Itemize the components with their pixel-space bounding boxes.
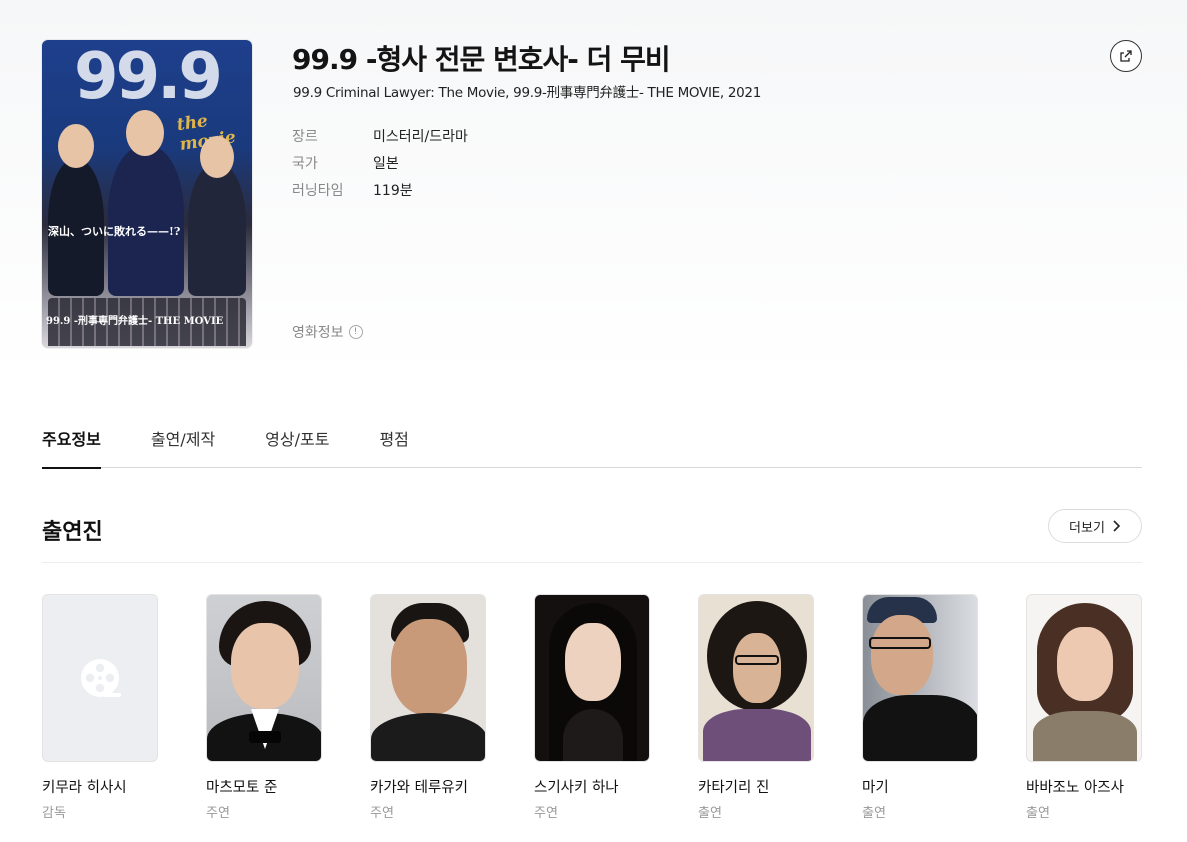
tab-bar: 주요정보 출연/제작 영상/포토 평점 [42,418,1142,469]
poster-number: 99.9 [74,40,223,114]
page: 99.9 the movie 深山、ついに敗れる——!? 99.9 -刑事専門弁… [0,0,1187,842]
tab-main-info[interactable]: 주요정보 [42,418,101,469]
cast-item[interactable]: 마기 출연 [862,594,978,821]
cast-photo [370,594,486,762]
cast-list: 키무라 히사시 감독 마츠모토 준 주연 카가와 테루유키 주연 스기사키 하나… [42,594,1142,821]
info-row-genre: 장르 미스터리/드라마 [292,122,468,149]
cast-item[interactable]: 키무라 히사시 감독 [42,594,158,821]
chevron-right-icon [1113,520,1121,532]
movie-subtitle: 99.9 Criminal Lawyer: The Movie, 99.9-刑事… [293,85,762,101]
cast-photo-placeholder [42,594,158,762]
cast-role: 출연 [1026,806,1050,821]
share-icon [1120,50,1132,62]
cast-photo [862,594,978,762]
info-icon: ! [348,325,363,339]
poster-caption: 深山、ついに敗れる——!? [48,225,181,238]
movie-poster[interactable]: 99.9 the movie 深山、ついに敗れる——!? 99.9 -刑事専門弁… [42,40,252,348]
info-value: 미스터리/드라마 [373,128,468,145]
cast-name: 마기 [862,780,889,796]
poster-face [58,124,94,168]
movie-info-label: 영화정보 [292,325,344,341]
poster-figure [108,146,184,296]
info-value: 119분 [373,182,413,199]
movie-info-table: 장르 미스터리/드라마 국가 일본 러닝타임 119분 [292,122,468,203]
poster-footer: 99.9 -刑事専門弁護士- THE MOVIE [46,316,224,327]
info-row-country: 국가 일본 [292,149,468,176]
cast-name: 바바조노 아즈사 [1026,780,1124,796]
tab-video-photo[interactable]: 영상/포토 [265,418,329,468]
cast-name: 카타기리 진 [698,780,770,796]
cast-role: 출연 [862,806,886,821]
cast-item[interactable]: 마츠모토 준 주연 [206,594,322,821]
cast-item[interactable]: 바바조노 아즈사 출연 [1026,594,1142,821]
cast-name: 키무라 히사시 [42,780,127,796]
info-value: 일본 [373,155,399,172]
cast-photo [534,594,650,762]
poster-face [126,110,164,156]
cast-photo [698,594,814,762]
more-button[interactable]: 더보기 [1048,509,1142,543]
more-label: 더보기 [1069,520,1105,536]
cast-section-title: 출연진 [42,520,103,545]
info-label: 러닝타임 [292,182,344,199]
info-label: 국가 [292,155,318,172]
cast-role: 출연 [698,806,722,821]
share-button[interactable] [1110,40,1142,72]
movie-title: 99.9 -형사 전문 변호사- 더 무비 [292,43,671,76]
cast-name: 스기사키 하나 [534,780,619,796]
cast-name: 카가와 테루유키 [370,780,468,796]
cast-role: 주연 [206,806,230,821]
poster-figure [188,164,246,296]
cast-name: 마츠모토 준 [206,780,278,796]
cast-role: 감독 [42,806,66,821]
cast-photo [206,594,322,762]
movie-info-link[interactable]: 영화정보 ! [292,322,363,342]
cast-role: 주연 [534,806,558,821]
cast-photo [1026,594,1142,762]
poster-face [200,136,234,178]
tab-rating[interactable]: 평점 [379,418,408,468]
film-reel-icon [81,659,121,697]
divider [42,562,1142,563]
info-row-runtime: 러닝타임 119분 [292,176,468,203]
cast-item[interactable]: 카가와 테루유키 주연 [370,594,486,821]
cast-role: 주연 [370,806,394,821]
cast-item[interactable]: 카타기리 진 출연 [698,594,814,821]
info-label: 장르 [292,128,318,145]
cast-item[interactable]: 스기사키 하나 주연 [534,594,650,821]
tab-cast-crew[interactable]: 출연/제작 [151,418,215,468]
